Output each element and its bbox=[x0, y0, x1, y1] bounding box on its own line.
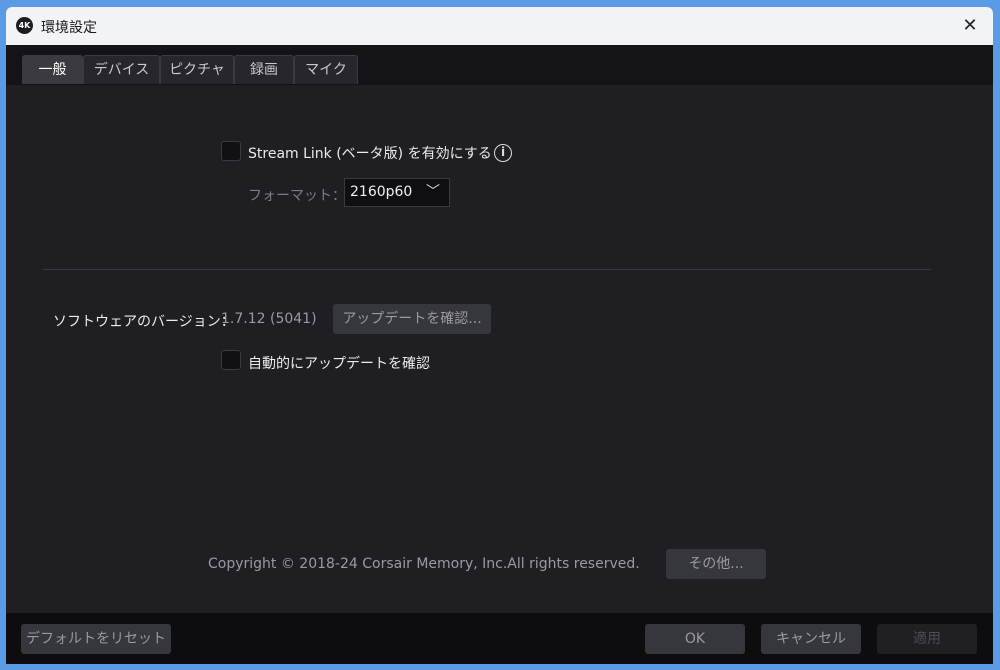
close-icon[interactable]: ✕ bbox=[955, 12, 985, 40]
title-bar: 4K 環境設定 ✕ bbox=[6, 7, 993, 45]
general-settings-panel: Stream Link (ベータ版) を有効にする i フォーマット： 2160… bbox=[6, 85, 993, 613]
info-icon[interactable]: i bbox=[494, 144, 512, 162]
tab-picture[interactable]: ピクチャ bbox=[160, 55, 234, 84]
tab-recording[interactable]: 録画 bbox=[234, 55, 294, 84]
apply-button: 適用 bbox=[877, 624, 977, 654]
cancel-button[interactable]: キャンセル bbox=[761, 624, 861, 654]
footer-bar: デフォルトをリセット OK キャンセル 適用 bbox=[6, 613, 993, 664]
auto-update-label: 自動的にアップデートを確認 bbox=[248, 356, 430, 372]
software-version-value: 1.7.12 (5041) bbox=[221, 311, 317, 327]
reset-defaults-button[interactable]: デフォルトをリセット bbox=[21, 624, 171, 654]
software-version-label: ソフトウェアのバージョン： bbox=[53, 314, 235, 330]
chevron-down-icon: ﹀ bbox=[426, 184, 440, 200]
stream-link-label: Stream Link (ベータ版) を有効にする bbox=[248, 146, 492, 162]
section-divider bbox=[43, 269, 931, 270]
copyright-text: Copyright © 2018-24 Corsair Memory, Inc.… bbox=[208, 556, 640, 572]
tab-microphone[interactable]: マイク bbox=[294, 55, 358, 84]
tab-devices[interactable]: デバイス bbox=[83, 55, 160, 84]
more-button[interactable]: その他... bbox=[666, 549, 766, 579]
window-title: 環境設定 bbox=[41, 20, 97, 36]
tab-strip: 一般 デバイス ピクチャ 録画 マイク bbox=[6, 45, 993, 85]
format-label: フォーマット： bbox=[248, 188, 346, 204]
tab-general[interactable]: 一般 bbox=[22, 55, 83, 84]
app-logo-icon: 4K bbox=[16, 17, 33, 34]
check-update-button[interactable]: アップデートを確認... bbox=[333, 304, 491, 334]
ok-button[interactable]: OK bbox=[645, 624, 745, 654]
format-value: 2160p60 bbox=[350, 184, 413, 200]
auto-update-checkbox[interactable] bbox=[221, 350, 241, 370]
preferences-window: 4K 環境設定 ✕ 一般 デバイス ピクチャ 録画 マイク Stream Lin… bbox=[6, 7, 993, 664]
stream-link-checkbox[interactable] bbox=[221, 141, 241, 161]
format-select[interactable]: 2160p60 ﹀ bbox=[344, 178, 450, 207]
